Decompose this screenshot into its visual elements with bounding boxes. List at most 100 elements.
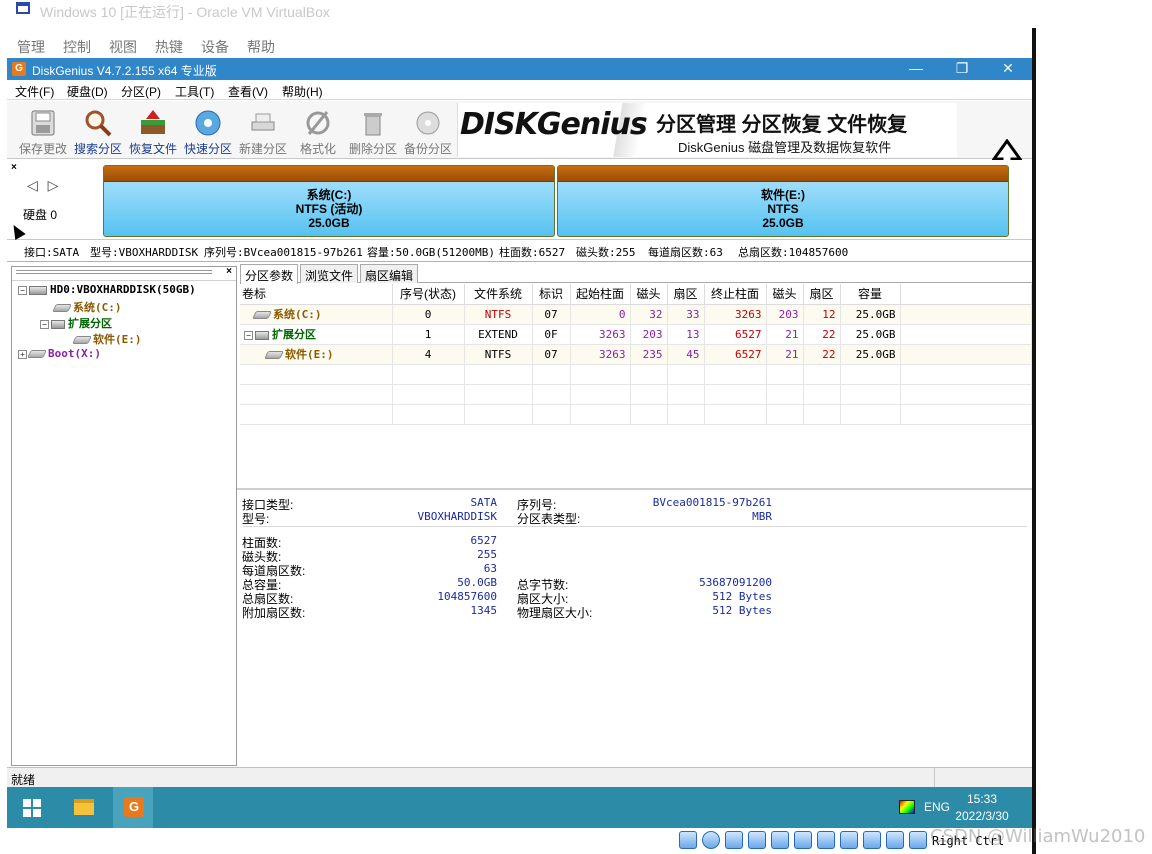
format-button[interactable]: 格式化: [290, 104, 346, 156]
vbox-menu-hotkey[interactable]: 热键: [155, 37, 183, 57]
column-header[interactable]: 终止柱面: [704, 284, 767, 305]
row-expander[interactable]: −: [244, 330, 253, 340]
close-button[interactable]: ✕: [985, 58, 1031, 80]
column-header[interactable]: 容量: [840, 284, 901, 305]
table-row[interactable]: − 扩展分区 1 EXTEND 0F 3263 203 13 6527 21 22…: [240, 324, 1032, 345]
recover-files-button[interactable]: 恢复文件: [125, 104, 181, 156]
tree-close-button[interactable]: ×: [226, 266, 232, 277]
tab-partition-params[interactable]: 分区参数: [240, 264, 299, 284]
row-index: 1: [392, 324, 465, 345]
table-row[interactable]: 系统(C:) 0 NTFS 07 0 32 33 3263 203 12 25.…: [240, 304, 1032, 325]
search-partition-button[interactable]: 搜索分区: [70, 104, 126, 156]
delete-partition-label: 删除分区: [348, 142, 397, 156]
tree-item-software-e[interactable]: 软件(E:): [72, 331, 142, 347]
vbox-display-icon[interactable]: [817, 831, 835, 849]
network-tray-icon[interactable]: [899, 800, 915, 814]
diskgenius-taskbar-button[interactable]: G: [113, 787, 153, 828]
windows-start-icon[interactable]: [23, 799, 41, 817]
tree-item-hd0[interactable]: − HD0:VBOXHARDDISK(50GB): [18, 283, 196, 296]
backup-partition-button[interactable]: 备份分区: [400, 104, 456, 156]
disk-model: 型号:VBOXHARDDISK: [90, 246, 199, 259]
save-changes-button[interactable]: 保存更改: [15, 104, 71, 156]
row-end-sec: 22: [803, 344, 841, 365]
product-banner: DISKGenius 分区管理 分区恢复 文件恢复 DiskGenius 磁盘管…: [457, 103, 957, 157]
partition-block-e[interactable]: 软件(E:) NTFS 25.0GB: [557, 165, 1009, 237]
vbox-mouse-icon[interactable]: [886, 831, 904, 849]
disk-sectors-per-track: 每道扇区数:63: [648, 246, 723, 259]
column-header[interactable]: 磁头: [766, 284, 804, 305]
vbox-cpu-icon[interactable]: [863, 831, 881, 849]
tab-sector-editor[interactable]: 扇区编辑: [360, 264, 419, 283]
column-header[interactable]: 序号(状态): [392, 284, 465, 305]
tree-expander[interactable]: +: [18, 349, 27, 359]
column-header[interactable]: 文件系统: [464, 284, 533, 305]
vbox-menu-help[interactable]: 帮助: [247, 37, 275, 57]
disk-heads: 磁头数:255: [576, 246, 636, 259]
vbox-shared-folders-icon[interactable]: [794, 831, 812, 849]
new-partition-button[interactable]: 新建分区: [235, 104, 291, 156]
detail-label: 型号:: [242, 512, 270, 526]
delete-partition-button[interactable]: 删除分区: [345, 104, 401, 156]
vbox-harddisk-icon[interactable]: [679, 831, 697, 849]
tab-browse-files[interactable]: 浏览文件: [300, 264, 359, 283]
tree-item-label: 扩展分区: [68, 317, 112, 330]
row-id: 07: [532, 304, 571, 325]
column-header[interactable]: 起始柱面: [570, 284, 631, 305]
row-start-sec: 13: [667, 324, 705, 345]
tree-expander[interactable]: −: [40, 319, 49, 329]
toolbar: 保存更改 搜索分区 恢复文件 快速分区 新建分区 格式化 删除分区 备份分区 D…: [7, 101, 1032, 189]
main-panel: 分区参数 浏览文件 扇区编辑 卷标 序号(状态) 文件系统 标识 起始柱面 磁头…: [237, 262, 1032, 766]
column-header[interactable]: 卷标: [240, 284, 393, 305]
vbox-audio-icon[interactable]: [725, 831, 743, 849]
tree-item-boot-x[interactable]: + Boot(X:): [18, 347, 101, 360]
menu-tools[interactable]: 工具(T): [175, 83, 214, 100]
vbox-title-bar: Windows 10 [正在运行] - Oracle VM VirtualBox: [0, 0, 1035, 30]
row-start-head: 235: [630, 344, 668, 365]
vbox-menu-devices[interactable]: 设备: [201, 37, 229, 57]
menu-help[interactable]: 帮助(H): [282, 83, 323, 100]
vbox-optical-drive-icon[interactable]: [702, 831, 720, 849]
vbox-usb-icon[interactable]: [771, 831, 789, 849]
app-title-bar: G DiskGenius V4.7.2.155 x64 专业版 — ❐ ✕: [7, 58, 1032, 80]
row-start-cyl: 0: [570, 304, 631, 325]
tree-item-extended[interactable]: − 扩展分区: [40, 315, 112, 331]
tree-item-system-c[interactable]: 系统(C:): [52, 299, 122, 315]
row-fs: NTFS: [464, 304, 533, 325]
vbox-network-icon[interactable]: [748, 831, 766, 849]
minimize-button[interactable]: —: [893, 58, 939, 80]
window-frame-edge: [1032, 28, 1036, 854]
quick-partition-button[interactable]: 快速分区: [180, 104, 236, 156]
row-label: 系统(C:): [273, 308, 322, 321]
quick-partition-label: 快速分区: [183, 142, 232, 156]
clock[interactable]: 15:33 2022/3/30: [947, 791, 1017, 825]
diskbar-close-button[interactable]: ×: [11, 162, 17, 173]
table-row[interactable]: 软件(E:) 4 NTFS 07 3263 235 45 6527 21 22 …: [240, 344, 1032, 365]
vbox-menu-manage[interactable]: 管理: [17, 37, 45, 57]
partition-block-c[interactable]: 系统(C:) NTFS (活动) 25.0GB: [103, 165, 555, 237]
virtualbox-icon: [16, 2, 30, 14]
disk-nav-arrows[interactable]: ◁ ▷: [27, 177, 61, 194]
file-explorer-taskbar-button[interactable]: [64, 787, 104, 828]
column-header[interactable]: 扇区: [803, 284, 841, 305]
new-partition-label: 新建分区: [238, 142, 287, 156]
vbox-keyboard-icon[interactable]: [909, 831, 927, 849]
row-end-cyl: 3263: [704, 304, 767, 325]
detail-label: 物理扇区大小:: [517, 606, 593, 620]
vbox-recording-icon[interactable]: [840, 831, 858, 849]
column-header[interactable]: 磁头: [630, 284, 668, 305]
vbox-menu-view[interactable]: 视图: [109, 37, 137, 57]
search-partition-icon: [85, 110, 112, 137]
save-changes-label: 保存更改: [18, 142, 67, 156]
tree-expander[interactable]: −: [18, 285, 27, 295]
column-header[interactable]: 扇区: [667, 284, 705, 305]
row-size: 25.0GB: [840, 324, 901, 345]
partition-block-name: 系统(C:): [306, 188, 352, 202]
menu-view[interactable]: 查看(V): [228, 83, 268, 100]
menu-file[interactable]: 文件(F): [15, 83, 54, 100]
detail-value: VBOXHARDDISK: [417, 510, 497, 523]
restore-button[interactable]: ❐: [939, 58, 985, 80]
menu-disk[interactable]: 硬盘(D): [67, 83, 108, 100]
vbox-menu-control[interactable]: 控制: [63, 37, 91, 57]
menu-partition[interactable]: 分区(P): [121, 83, 161, 100]
column-header[interactable]: 标识: [532, 284, 571, 305]
